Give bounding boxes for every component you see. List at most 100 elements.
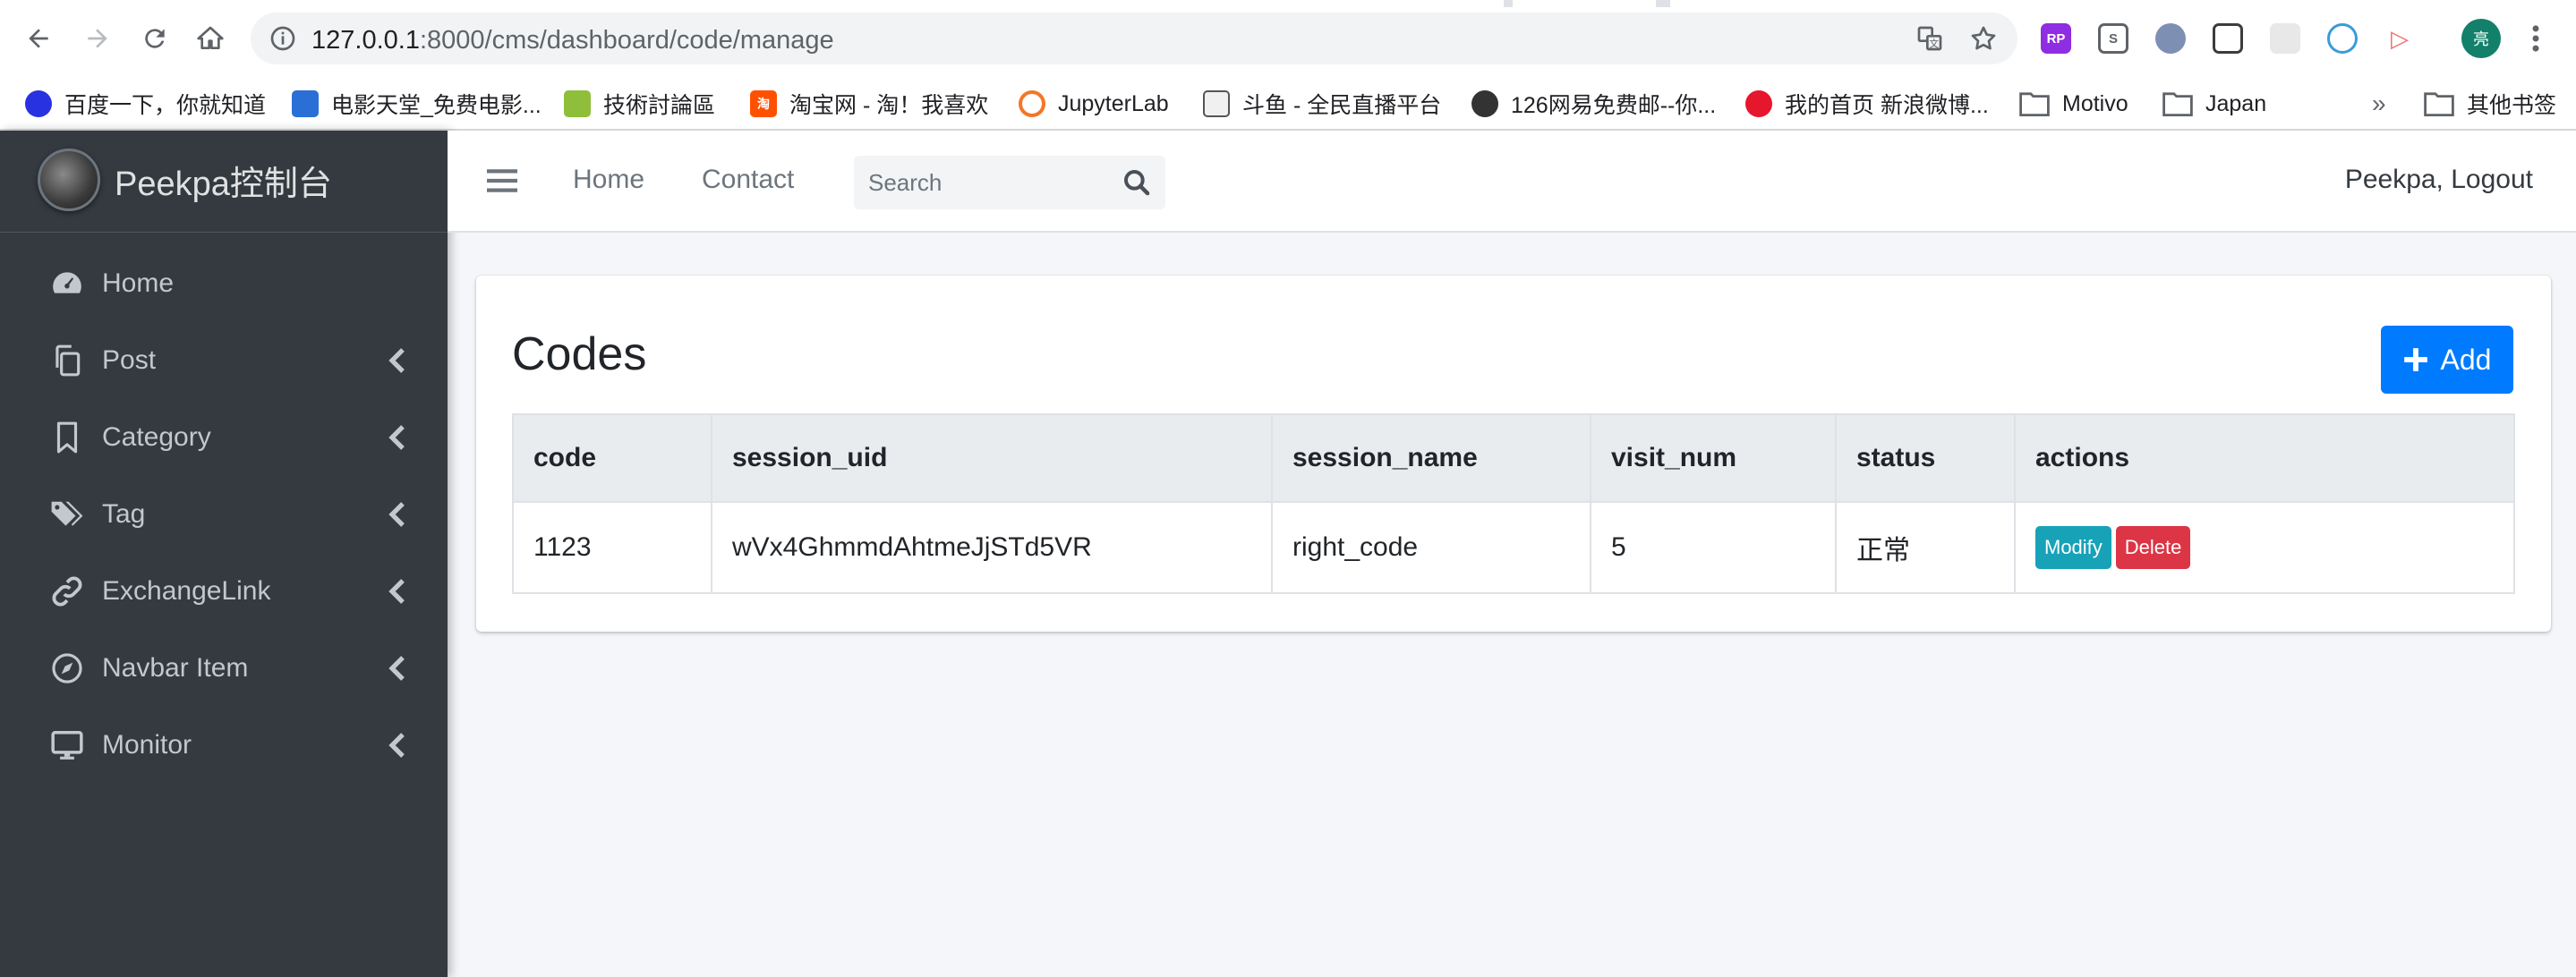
arrow-left-icon: [29, 29, 48, 48]
column-header-actions: actions: [2014, 413, 2515, 503]
link-icon: [48, 573, 86, 610]
search-input[interactable]: [854, 156, 1105, 209]
bookmark-126mail[interactable]: 126网易免费邮--你...: [1471, 86, 1716, 122]
browser-toolbar: 127.0.0.1:8000/cms/dashboard/code/manage…: [0, 0, 2576, 77]
forward-button[interactable]: [77, 18, 118, 59]
add-button-label: Add: [2440, 343, 2492, 376]
sidebar-item-label: Navbar Item: [102, 653, 249, 683]
search-form: [854, 156, 1165, 209]
chevron-left-icon: [388, 656, 405, 681]
star-icon[interactable]: [1969, 24, 1998, 53]
kebab-menu-icon[interactable]: [2522, 21, 2549, 55]
info-icon[interactable]: [269, 24, 297, 53]
weibo-icon: [1745, 90, 1772, 117]
table-header-row: code session_uid session_name visit_num …: [512, 413, 2515, 503]
douyu-icon: [1203, 90, 1230, 117]
ext-circle-icon[interactable]: [2155, 23, 2186, 54]
search-icon[interactable]: [1122, 168, 1151, 197]
back-button[interactable]: [18, 18, 59, 59]
folder-icon: [2019, 92, 2050, 116]
ext-globe-icon[interactable]: [2327, 23, 2358, 54]
copy-icon: [48, 342, 86, 379]
profile-avatar[interactable]: 亮: [2461, 19, 2501, 58]
brand-title: Peekpa控制台: [115, 166, 332, 203]
sidebar-item-label: Monitor: [102, 730, 192, 760]
cell-actions: Modify Delete: [2014, 501, 2515, 594]
home-button[interactable]: [190, 18, 231, 59]
add-button[interactable]: Add: [2381, 326, 2513, 394]
bookmarks-bar: 百度一下，你就知道 电影天堂_免费电影... 技術討論區 淘淘宝网 - 淘！我喜…: [0, 77, 2576, 131]
sidebar-item-label: ExchangeLink: [102, 576, 271, 606]
bookmark-dytt[interactable]: 电影天堂_免费电影...: [292, 86, 542, 122]
bookmark-folder-motivo[interactable]: Motivo: [2019, 86, 2128, 122]
arrow-right-icon: [88, 29, 107, 48]
column-header-visit-num: visit_num: [1590, 413, 1837, 503]
table-row: 1123 wVx4GhmmdAhtmeJjSTd5VR right_code 5…: [512, 501, 2515, 594]
chevron-left-icon: [388, 733, 405, 758]
bookmark-weibo[interactable]: 我的首页 新浪微博...: [1745, 86, 1989, 122]
column-header-session-name: session_name: [1271, 413, 1591, 503]
bookmark-icon: [48, 419, 86, 456]
codes-card: Codes Add code session_uid session_name …: [476, 276, 2551, 632]
column-header-session-uid: session_uid: [711, 413, 1273, 503]
grid-favicon-icon: [292, 90, 319, 117]
address-bar[interactable]: 127.0.0.1:8000/cms/dashboard/code/manage…: [251, 13, 2017, 64]
modify-button[interactable]: Modify: [2035, 526, 2111, 569]
plus-icon: [2403, 348, 2427, 371]
more-bookmarks-button[interactable]: »: [2372, 86, 2386, 122]
tab-strip: [0, 0, 2576, 7]
jupyter-icon: [1019, 90, 1045, 117]
sidebar-item-monitor[interactable]: Monitor: [0, 707, 448, 784]
sidebar-item-tag[interactable]: Tag: [0, 476, 448, 553]
sidebar: Peekpa控制台 Home Post Category Tag Exchang…: [0, 131, 448, 977]
cell-session-name: right_code: [1271, 501, 1591, 594]
sidebar-item-home[interactable]: Home: [0, 245, 448, 322]
user-logout-link[interactable]: Peekpa, Logout: [2345, 165, 2533, 195]
brand-link[interactable]: Peekpa控制台: [0, 131, 448, 233]
sidebar-item-exchangelink[interactable]: ExchangeLink: [0, 553, 448, 630]
dashboard-icon: [48, 265, 86, 302]
bookmark-taobao[interactable]: 淘淘宝网 - 淘！我喜欢: [750, 86, 988, 122]
sidebar-item-navbar-item[interactable]: Navbar Item: [0, 630, 448, 707]
paw-icon: [25, 90, 52, 117]
sidebar-item-label: Category: [102, 422, 211, 452]
chevron-left-icon: [388, 425, 405, 450]
chevron-left-icon: [388, 502, 405, 527]
bookmark-douyu[interactable]: 斗鱼 - 全民直播平台: [1203, 86, 1441, 122]
cell-visit-num: 5: [1590, 501, 1837, 594]
bookmark-folder-japan[interactable]: Japan: [2162, 86, 2266, 122]
ext-qr-icon[interactable]: [2213, 23, 2243, 54]
chevron-left-icon: [388, 348, 405, 373]
brand-avatar: [38, 149, 100, 211]
delete-button[interactable]: Delete: [2115, 526, 2191, 569]
column-header-code: code: [512, 413, 712, 503]
cell-code: 1123: [512, 501, 712, 594]
ext-grid-icon[interactable]: [2270, 23, 2300, 54]
cell-session-uid: wVx4GhmmdAhtmeJjSTd5VR: [711, 501, 1273, 594]
column-header-status: status: [1835, 413, 2016, 503]
svg-text:文: 文: [1929, 38, 1939, 49]
ext-rp-icon[interactable]: RP: [2041, 23, 2071, 54]
ext-arrow-icon[interactable]: ▷: [2384, 23, 2415, 54]
compass-icon: [48, 650, 86, 687]
ext-shield-icon[interactable]: S: [2098, 23, 2128, 54]
reload-button[interactable]: [134, 18, 175, 59]
folder-icon: [2162, 92, 2193, 116]
bookmark-baidu[interactable]: 百度一下，你就知道: [25, 86, 266, 122]
nav-link-contact[interactable]: Contact: [702, 165, 794, 195]
sidebar-item-label: Post: [102, 345, 157, 375]
sidebar-item-category[interactable]: Category: [0, 399, 448, 476]
nav-link-home[interactable]: Home: [573, 165, 644, 195]
codes-table: code session_uid session_name visit_num …: [512, 413, 2515, 594]
translate-icon[interactable]: 文: [1915, 24, 1944, 53]
cell-status: 正常: [1835, 501, 2016, 594]
chevron-left-icon: [388, 579, 405, 604]
other-bookmarks-folder[interactable]: 其他书签: [2424, 86, 2556, 122]
hamburger-icon[interactable]: [487, 166, 517, 195]
bookmark-forum[interactable]: 技術討論區: [564, 86, 715, 122]
sidebar-item-post[interactable]: Post: [0, 322, 448, 399]
taobao-icon: 淘: [750, 90, 777, 117]
bookmark-jupyterlab[interactable]: JupyterLab: [1019, 86, 1169, 122]
sidebar-item-label: Tag: [102, 499, 146, 529]
page-title: Codes: [512, 328, 647, 380]
